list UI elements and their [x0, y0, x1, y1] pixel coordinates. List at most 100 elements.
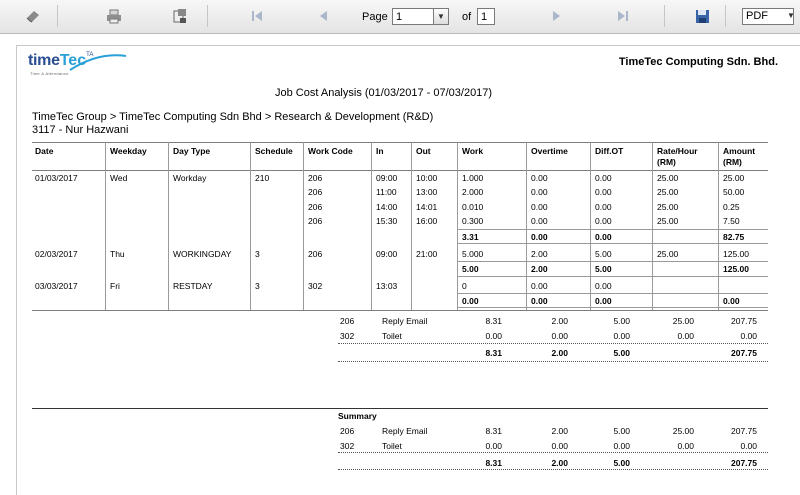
- cell-date: 01/03/2017: [35, 173, 78, 183]
- cell-amount: 125.00: [723, 249, 749, 259]
- last-page-icon[interactable]: [614, 8, 632, 24]
- subtotal-rule: [457, 276, 768, 277]
- of-label: of: [462, 11, 472, 23]
- summary-total: 8.31: [485, 348, 502, 358]
- summary-total: 2.00: [551, 348, 568, 358]
- subtotal-rule: [457, 293, 768, 294]
- cell-date: 03/03/2017: [35, 281, 78, 291]
- header-weekday: Weekday: [110, 146, 147, 156]
- summary-value: 0.00: [740, 331, 757, 341]
- timetec-logo: timeTecTA Time & Attendance: [28, 52, 127, 76]
- dotted-rule: [338, 452, 768, 453]
- summary-value: 2.00: [551, 426, 568, 436]
- summary-value: 25.00: [672, 426, 694, 436]
- summary-value: 0.00: [677, 331, 694, 341]
- chevron-down-icon[interactable]: ▼: [433, 8, 449, 25]
- summary-value: 5.00: [613, 426, 630, 436]
- summary-total: 207.75: [731, 348, 757, 358]
- cell-weekday: Thu: [110, 249, 125, 259]
- cell-schedule: 3: [255, 249, 260, 259]
- cell-rate-hour: 25.00: [657, 173, 679, 183]
- cell-amount: 0.25: [723, 202, 740, 212]
- cell-diff-ot: 5.00: [595, 264, 612, 274]
- cell-in: 13:03: [376, 281, 398, 291]
- cell-work: 1.000: [462, 173, 484, 183]
- cell-amount: 25.00: [723, 173, 745, 183]
- summary-value: 8.31: [485, 426, 502, 436]
- breadcrumb: TimeTec Group > TimeTec Computing Sdn Bh…: [32, 111, 434, 123]
- header-day-type: Day Type: [173, 146, 211, 156]
- cell-work-code: 206: [308, 202, 323, 212]
- summary-value: 0.00: [485, 441, 502, 451]
- cell-work: 0.00: [462, 296, 479, 306]
- page-label: Page: [362, 11, 388, 23]
- cell-overtime: 0.00: [531, 232, 548, 242]
- employee-name: 3117 - Nur Hazwani: [32, 124, 129, 136]
- cell-work: 2.000: [462, 187, 484, 197]
- cell-schedule: 3: [255, 281, 260, 291]
- header-work-code: Work Code: [308, 146, 353, 156]
- print-layout-icon[interactable]: [171, 8, 189, 24]
- summary-value: 207.75: [731, 426, 757, 436]
- table-column-divider: [457, 142, 458, 310]
- work-code: 206: [340, 316, 355, 326]
- cell-in: 11:00: [376, 187, 397, 197]
- table-column-divider: [303, 142, 304, 310]
- dotted-rule: [338, 343, 768, 344]
- report-title: Job Cost Analysis (01/03/2017 - 07/03/20…: [275, 87, 493, 99]
- summary-value: 0.00: [551, 331, 568, 341]
- header-date: Date: [35, 146, 54, 156]
- summary-value: 5.00: [613, 316, 630, 326]
- summary-value: 0.00: [551, 441, 568, 451]
- summary-value: 0.00: [613, 331, 630, 341]
- summary-total: 5.00: [613, 458, 630, 468]
- work-code: 302: [340, 331, 355, 341]
- export-dropdown-icon[interactable]: ▼: [784, 8, 798, 25]
- next-page-icon[interactable]: [548, 8, 566, 24]
- cell-work-code: 206: [308, 187, 323, 197]
- cell-overtime: 0.00: [531, 281, 548, 291]
- cell-amount: 7.50: [723, 216, 740, 226]
- cell-rate-hour: 25.00: [657, 187, 679, 197]
- cell-work: 0.300: [462, 216, 484, 226]
- work-code: 302: [340, 441, 355, 451]
- print-icon[interactable]: [105, 8, 123, 24]
- header-in: In: [376, 146, 384, 156]
- cell-date: 02/03/2017: [35, 249, 78, 259]
- cell-day-type: Workday: [173, 173, 207, 183]
- work-code-description: Reply Email: [382, 316, 428, 326]
- table-column-divider: [168, 142, 169, 310]
- header-overtime: Overtime: [531, 146, 568, 156]
- cell-diff-ot: 0.00: [595, 173, 612, 183]
- table-column-divider: [526, 142, 527, 310]
- summary-value: 25.00: [672, 316, 694, 326]
- summary-value: 8.31: [485, 316, 502, 326]
- summary-value: 0.00: [485, 331, 502, 341]
- page-number-select[interactable]: 1: [392, 8, 436, 25]
- summary-total: 207.75: [731, 458, 757, 468]
- summary-value: 2.00: [551, 316, 568, 326]
- previous-page-icon[interactable]: [314, 8, 332, 24]
- cell-schedule: 210: [255, 173, 270, 183]
- header-amount: Amount (RM): [723, 146, 756, 167]
- cell-in: 14:00: [376, 202, 398, 212]
- summary-total: 5.00: [613, 348, 630, 358]
- cell-work: 5.00: [462, 264, 479, 274]
- eraser-icon[interactable]: [24, 8, 42, 24]
- total-pages: 1: [477, 8, 495, 25]
- subtotal-rule: [457, 229, 768, 230]
- header-diff-ot: Diff.OT: [595, 146, 624, 156]
- cell-diff-ot: 0.00: [595, 202, 612, 212]
- first-page-icon[interactable]: [248, 8, 266, 24]
- save-icon[interactable]: [693, 8, 711, 24]
- dotted-rule: [338, 361, 768, 362]
- cell-day-type: WORKINGDAY: [173, 249, 232, 259]
- summary-total: 8.31: [485, 458, 502, 468]
- table-column-divider: [652, 142, 653, 310]
- header-out: Out: [416, 146, 431, 156]
- cell-overtime: 0.00: [531, 216, 548, 226]
- summary-value: 0.00: [677, 441, 694, 451]
- cell-overtime: 0.00: [531, 173, 548, 183]
- summary-value: 0.00: [740, 441, 757, 451]
- cell-overtime: 2.00: [531, 249, 548, 259]
